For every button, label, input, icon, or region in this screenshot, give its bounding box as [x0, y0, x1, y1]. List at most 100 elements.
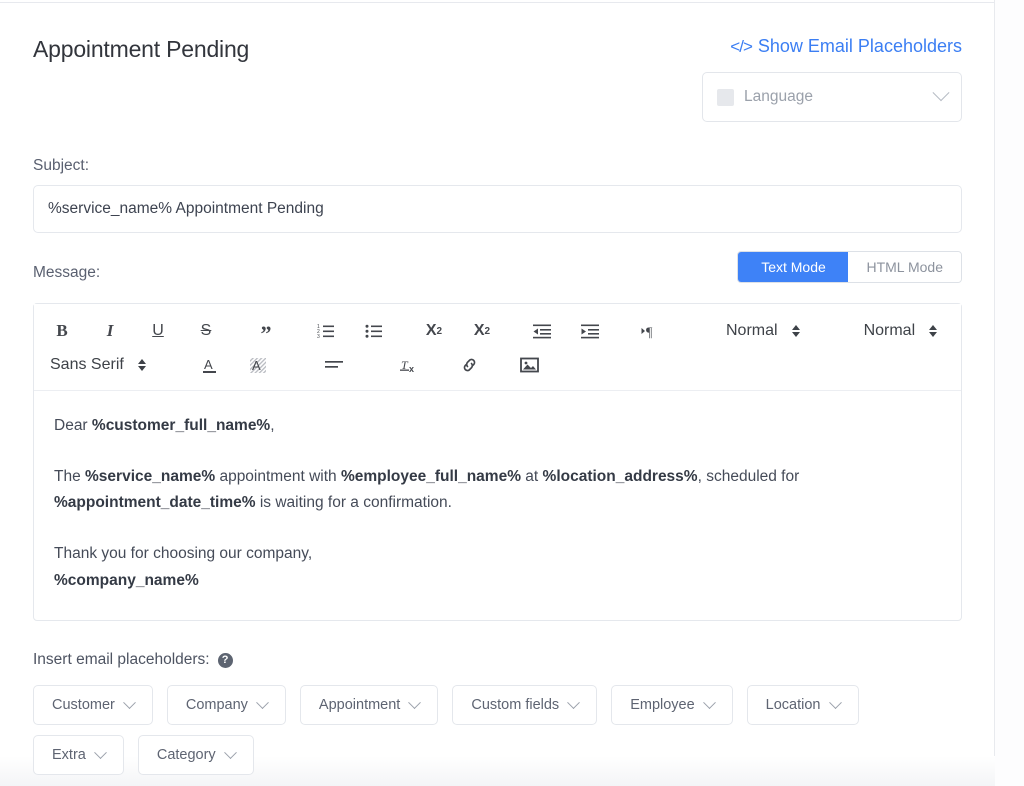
- message-body[interactable]: Dear %customer_full_name%, The %service_…: [34, 391, 961, 620]
- placeholder-service-name: %service_name%: [85, 467, 216, 485]
- chevron-down-icon: [702, 696, 716, 709]
- placeholder-dropdown-appointment[interactable]: Appointment: [299, 685, 439, 726]
- placeholder-dropdown-label: Customer: [52, 697, 115, 714]
- svg-text:A: A: [252, 358, 261, 373]
- insert-placeholders-section: Insert email placeholders: ? Customer Co…: [33, 651, 962, 776]
- blockquote-icon[interactable]: ”: [250, 316, 282, 346]
- message-paragraph-1: Dear %customer_full_name%,: [54, 413, 941, 440]
- message-paragraph-2: The %service_name% appointment with %emp…: [54, 464, 941, 517]
- tab-html-mode[interactable]: HTML Mode: [848, 252, 961, 282]
- p2-b: appointment with: [215, 467, 341, 485]
- placeholder-button-group: Customer Company Appointment Custom fiel…: [33, 685, 943, 776]
- page-root: Appointment Pending </> Show Email Place…: [0, 0, 1024, 786]
- chevron-down-icon: [93, 746, 107, 759]
- font-family-value: Sans Serif: [50, 356, 124, 373]
- chevron-down-icon: [408, 696, 422, 709]
- placeholder-dropdown-location[interactable]: Location: [746, 685, 859, 726]
- language-select[interactable]: Language: [702, 72, 962, 122]
- svg-text:3: 3: [317, 334, 320, 339]
- bullet-list-icon[interactable]: [358, 316, 390, 346]
- subject-field-group: Subject:: [33, 157, 962, 233]
- placeholder-dropdown-custom-fields[interactable]: Custom fields: [452, 685, 598, 726]
- outdent-icon[interactable]: [526, 316, 558, 346]
- subject-input[interactable]: [33, 185, 962, 233]
- chevron-down-icon: [223, 746, 237, 759]
- rich-text-editor: B I U S ” 1 2 3 X 2 X 2 ¶ Normal Normal …: [33, 303, 962, 622]
- placeholder-dropdown-label: Extra: [52, 747, 86, 764]
- show-email-placeholders-label: Show Email Placeholders: [757, 36, 962, 56]
- greeting-prefix: Dear: [54, 417, 92, 434]
- sort-arrows-icon: [137, 359, 146, 371]
- sort-arrows-icon: [929, 325, 938, 337]
- header: Appointment Pending </> Show Email Place…: [33, 0, 962, 122]
- ordered-list-icon[interactable]: 1 2 3: [310, 316, 342, 346]
- sort-arrows-icon: [791, 325, 800, 337]
- message-field-group: Message: Text Mode HTML Mode B I U S ” 1…: [33, 251, 962, 622]
- chevron-down-icon: [567, 696, 581, 709]
- code-icon: </>: [730, 36, 753, 56]
- greeting-suffix: ,: [270, 417, 275, 434]
- insert-placeholders-header: Insert email placeholders: ?: [33, 651, 962, 669]
- page-title: Appointment Pending: [33, 36, 250, 62]
- message-paragraph-3: Thank you for choosing our company, %com…: [54, 541, 941, 594]
- language-flag-icon: [717, 88, 734, 106]
- p2-a: The: [54, 467, 86, 485]
- clear-formatting-icon[interactable]: T x: [394, 350, 426, 380]
- header-size-dropdown[interactable]: Normal: [722, 322, 804, 340]
- italic-icon[interactable]: I: [94, 316, 126, 346]
- text-direction-icon[interactable]: ¶: [634, 316, 666, 346]
- placeholder-dropdown-customer[interactable]: Customer: [33, 685, 153, 726]
- p2-d: , scheduled for: [697, 467, 800, 485]
- p2-e: is waiting for a confirmation.: [255, 494, 452, 512]
- font-size-value: Normal: [863, 322, 916, 339]
- indent-icon[interactable]: [574, 316, 606, 346]
- message-label: Message:: [33, 264, 101, 281]
- image-icon[interactable]: [514, 350, 546, 380]
- text-color-icon[interactable]: A: [194, 350, 226, 380]
- placeholder-dropdown-label: Company: [185, 697, 248, 714]
- closing-text: Thank you for choosing our company,: [54, 544, 313, 562]
- help-icon[interactable]: ?: [217, 652, 233, 668]
- subscript-icon[interactable]: X2: [418, 316, 450, 346]
- insert-placeholders-label: Insert email placeholders:: [33, 651, 210, 669]
- placeholder-dropdown-label: Location: [765, 697, 821, 714]
- svg-text:x: x: [409, 364, 414, 374]
- placeholder-appointment-date-time: %appointment_date_time%: [54, 494, 256, 512]
- font-size-dropdown[interactable]: Normal: [860, 322, 942, 340]
- header-size-value: Normal: [726, 322, 778, 339]
- superscript-icon[interactable]: X2: [466, 316, 498, 346]
- strikethrough-icon[interactable]: S: [190, 316, 222, 346]
- font-family-dropdown[interactable]: Sans Serif: [46, 356, 150, 374]
- svg-text:A: A: [204, 357, 213, 372]
- editor-toolbar: B I U S ” 1 2 3 X 2 X 2 ¶ Normal Normal …: [34, 304, 961, 391]
- placeholder-dropdown-label: Category: [156, 747, 216, 764]
- message-header-row: Message: Text Mode HTML Mode: [33, 251, 962, 293]
- main-content: Appointment Pending </> Show Email Place…: [0, 0, 995, 786]
- placeholder-dropdown-company[interactable]: Company: [166, 685, 286, 726]
- bold-icon[interactable]: B: [46, 316, 78, 346]
- chevron-down-icon: [828, 696, 842, 709]
- language-select-label: Language: [744, 88, 813, 105]
- background-color-icon[interactable]: A: [242, 350, 274, 380]
- placeholder-dropdown-label: Appointment: [318, 697, 401, 714]
- placeholder-dropdown-extra[interactable]: Extra: [33, 735, 124, 776]
- toolbar-row-1: B I U S ” 1 2 3 X 2 X 2 ¶ Normal Normal: [46, 314, 949, 348]
- right-gutter: [995, 0, 1024, 786]
- placeholder-dropdown-employee[interactable]: Employee: [611, 685, 733, 726]
- placeholder-employee-full-name: %employee_full_name%: [340, 467, 521, 485]
- chevron-down-icon: [932, 84, 950, 102]
- underline-icon[interactable]: U: [142, 316, 174, 346]
- p2-c: at: [520, 467, 543, 485]
- svg-text:¶: ¶: [646, 326, 653, 340]
- placeholder-dropdown-label: Employee: [630, 697, 695, 714]
- placeholder-location-address: %location_address%: [542, 467, 698, 485]
- link-icon[interactable]: [454, 350, 486, 380]
- show-email-placeholders-link[interactable]: </> Show Email Placeholders: [730, 36, 962, 57]
- subject-label: Subject:: [33, 157, 90, 174]
- placeholder-dropdown-category[interactable]: Category: [137, 735, 254, 776]
- placeholder-company-name: %company_name%: [54, 571, 199, 589]
- placeholder-dropdown-label: Custom fields: [471, 697, 560, 714]
- align-icon[interactable]: [318, 350, 350, 380]
- tab-text-mode[interactable]: Text Mode: [738, 252, 849, 282]
- placeholder-customer-full-name: %customer_full_name%: [91, 417, 271, 434]
